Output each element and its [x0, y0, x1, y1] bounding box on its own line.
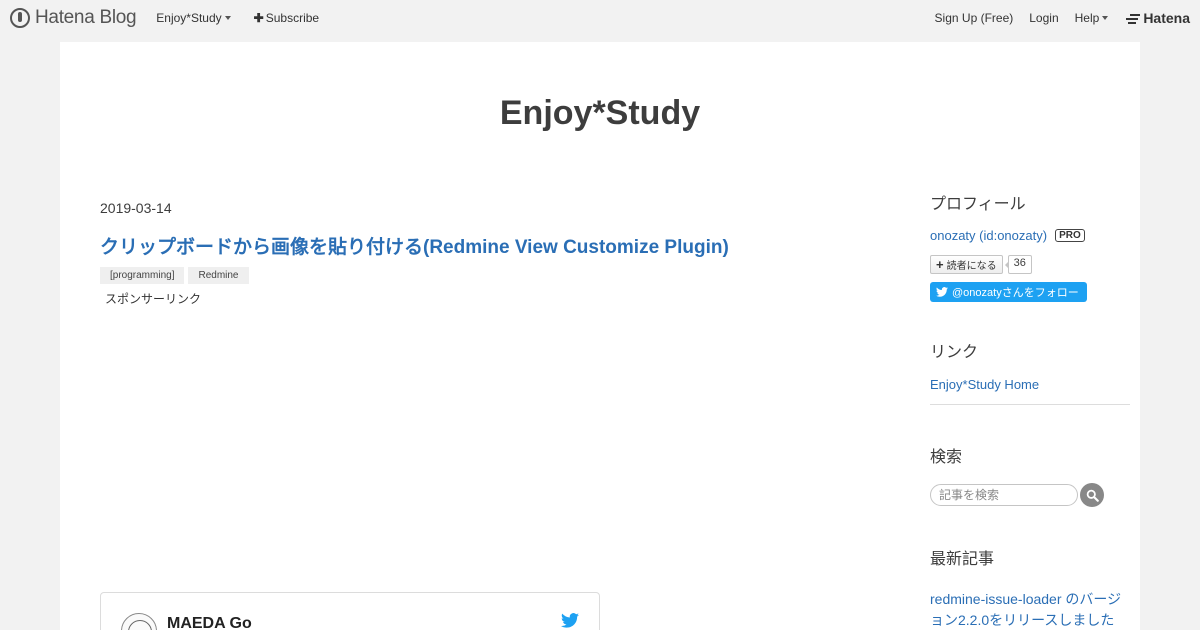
search-heading: 検索 [930, 449, 963, 466]
hatena-mark-icon [1126, 13, 1141, 24]
search-form [930, 483, 1130, 507]
search-icon [1086, 489, 1099, 502]
login-link[interactable]: Login [1029, 11, 1058, 25]
links-heading: リンク [930, 344, 979, 361]
blog-container: Enjoy*Study 2019-03-14 クリップボードから画像を貼り付ける… [60, 42, 1140, 630]
profile-line: onozaty (id:onozaty) PRO [930, 228, 1130, 243]
twitter-bird-icon[interactable] [561, 613, 579, 630]
links-list: Enjoy*Study Home [930, 376, 1130, 405]
search-button[interactable] [1080, 483, 1104, 507]
search-input[interactable] [930, 484, 1078, 506]
sidebar: プロフィール onozaty (id:onozaty) PRO + 読者になる … [930, 190, 1130, 630]
embedded-tweet[interactable]: MAEDA Go [100, 592, 600, 630]
entry-title[interactable]: クリップボードから画像を貼り付ける(Redmine View Customize… [100, 232, 800, 259]
plus-icon: + [936, 257, 944, 272]
recent-entry-link[interactable]: redmine-issue-loader のバージョン2.2.0をリリースしまし… [930, 589, 1130, 630]
header-right: Sign Up (Free) Login Help Hatena [935, 0, 1190, 36]
tag-programming[interactable]: [programming] [100, 267, 185, 284]
recent-module: 最新記事 redmine-issue-loader のバージョン2.2.0をリリ… [930, 545, 1130, 630]
caret-down-icon [1102, 16, 1109, 20]
subscribe-label: Subscribe [265, 11, 320, 25]
subscribe-reader-line: + 読者になる 36 [930, 255, 1130, 274]
help-menu[interactable]: Help [1075, 11, 1109, 25]
global-header: Hatena Blog Enjoy*Study ✚ Subscribe Sign… [0, 0, 1200, 36]
search-module: 検索 [930, 443, 1130, 507]
links-module: リンク Enjoy*Study Home [930, 338, 1130, 405]
reader-count[interactable]: 36 [1004, 255, 1032, 274]
entry-tags: [programming] Redmine [100, 267, 800, 284]
header-left: Hatena Blog Enjoy*Study ✚ Subscribe [10, 0, 319, 36]
become-reader-button[interactable]: + 読者になる [930, 255, 1003, 274]
recent-heading: 最新記事 [930, 551, 995, 568]
sponsored-label: スポンサーリンク [105, 292, 202, 306]
avatar[interactable] [121, 613, 157, 630]
tag-redmine[interactable]: Redmine [188, 267, 249, 284]
blog-menu[interactable]: Enjoy*Study [156, 11, 231, 25]
profile-module: プロフィール onozaty (id:onozaty) PRO + 読者になる … [930, 190, 1130, 302]
follow-label: @onozatyさんをフォロー [952, 287, 1079, 299]
caret-down-icon [224, 16, 231, 20]
hatena-blog-logo[interactable]: Hatena Blog [10, 7, 137, 29]
twitter-bird-icon [936, 287, 948, 297]
entry-date[interactable]: 2019-03-14 [100, 200, 800, 216]
hatena-logo[interactable]: Hatena [1126, 10, 1190, 26]
hatena-logo-text: Hatena [1143, 10, 1190, 26]
home-link[interactable]: Enjoy*Study Home [930, 377, 1039, 392]
plus-icon: ✚ [253, 11, 264, 25]
twitter-follow-button[interactable]: @onozatyさんをフォロー [930, 282, 1087, 302]
blog-title[interactable]: Enjoy*Study [60, 94, 1140, 133]
profile-user-link[interactable]: onozaty (id:onozaty) [930, 228, 1047, 243]
blog-menu-label: Enjoy*Study [156, 11, 222, 25]
become-reader-label: 読者になる [946, 261, 997, 272]
profile-heading: プロフィール [930, 196, 1026, 213]
help-label: Help [1074, 11, 1100, 25]
tweet-author-name[interactable]: MAEDA Go [167, 615, 252, 630]
signup-link[interactable]: Sign Up (Free) [935, 11, 1014, 25]
subscribe-button[interactable]: ✚ Subscribe [254, 11, 319, 25]
main-column: 2019-03-14 クリップボードから画像を貼り付ける(Redmine Vie… [100, 200, 800, 630]
hatena-blog-logo-icon [10, 8, 30, 28]
logo-text: Hatena Blog [35, 7, 137, 28]
pro-badge[interactable]: PRO [1055, 229, 1085, 242]
